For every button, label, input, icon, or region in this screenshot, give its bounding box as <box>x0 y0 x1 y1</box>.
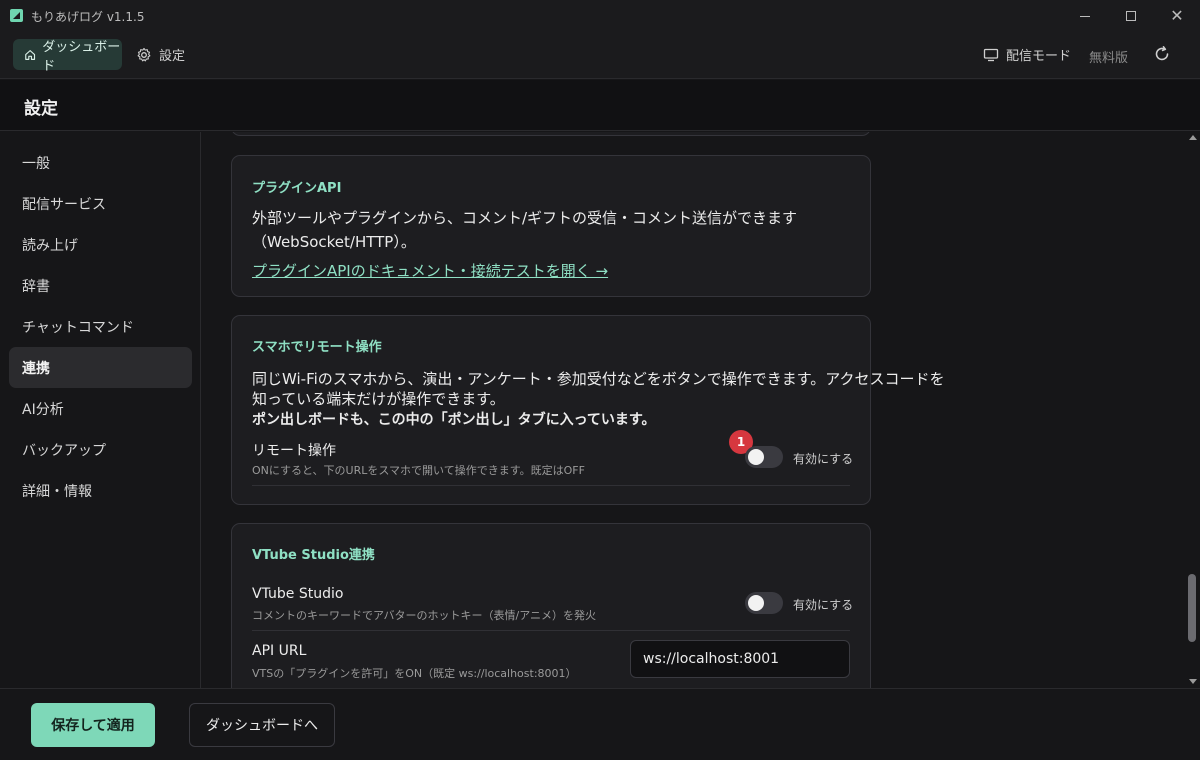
sidebar-item-general[interactable]: 一般 <box>9 142 192 183</box>
toggle-knob <box>748 449 764 465</box>
save-apply-button[interactable]: 保存して適用 <box>31 703 155 747</box>
scroll-up-arrow-icon[interactable] <box>1189 135 1197 140</box>
sidebar-item-ai-analysis[interactable]: AI分析 <box>9 388 192 429</box>
close-icon: ✕ <box>1170 6 1184 25</box>
minimize-icon <box>1080 15 1090 17</box>
vtube-studio-toggle-label: 有効にする <box>793 598 854 612</box>
nav-settings-button[interactable]: 設定 <box>136 39 185 70</box>
title-bar: もりあげログ v1.1.5 ✕ <box>0 0 1200 32</box>
sidebar-item-chat-commands[interactable]: チャットコマンド <box>9 306 192 347</box>
api-url-label: API URL <box>252 643 307 659</box>
settings-sidebar: 一般 配信サービス 読み上げ 辞書 チャットコマンド 連携 AI分析 バックアッ… <box>0 132 201 688</box>
remote-control-description-line2: 知っている端末だけが操作できます。 <box>252 390 505 408</box>
sidebar-item-streaming-services[interactable]: 配信サービス <box>9 183 192 224</box>
toggle-knob <box>748 595 764 611</box>
back-to-dashboard-button[interactable]: ダッシュボードへ <box>189 703 335 747</box>
remote-control-note: ポン出しボードも、この中の「ポン出し」タブに入っています。 <box>252 412 656 428</box>
sidebar-item-details-info[interactable]: 詳細・情報 <box>9 470 192 511</box>
plugin-api-title: プラグインAPI <box>252 181 342 196</box>
settings-content: プラグインAPI 外部ツールやプラグインから、コメント/ギフトの受信・コメント送… <box>202 132 1186 688</box>
scroll-down-arrow-icon[interactable] <box>1189 679 1197 684</box>
minimize-button[interactable] <box>1062 0 1108 32</box>
sidebar-item-integrations[interactable]: 連携 <box>9 347 192 388</box>
previous-card <box>231 132 871 136</box>
vtube-studio-row-label: VTube Studio <box>252 586 344 602</box>
nav-settings-label: 設定 <box>159 49 186 64</box>
plugin-api-docs-link[interactable]: プラグインAPIのドキュメント・接続テストを開く → <box>252 260 608 281</box>
stream-mode-label: 配信モード <box>1006 49 1072 64</box>
vtube-studio-toggle[interactable] <box>745 592 783 614</box>
sidebar-item-backup[interactable]: バックアップ <box>9 429 192 470</box>
home-icon <box>25 49 36 60</box>
remote-control-card: スマホでリモート操作 同じWi-Fiのスマホから、演出・アンケート・参加受付など… <box>231 315 945 505</box>
remote-control-row-label: リモート操作 <box>252 443 336 459</box>
free-version-label: 無料版 <box>1089 51 1129 66</box>
nav-dashboard-button[interactable]: ダッシュボード <box>13 39 122 74</box>
remote-control-toggle-label: 有効にする <box>793 452 854 466</box>
sidebar-item-text-to-speech[interactable]: 読み上げ <box>9 224 192 265</box>
plugin-api-description-line2: （WebSocket/HTTP）。 <box>252 233 416 251</box>
sidebar-item-dictionary[interactable]: 辞書 <box>9 265 192 306</box>
vtube-studio-card: VTube Studio連携 VTube Studio コメントのキーワードでア… <box>231 523 871 688</box>
gear-icon <box>137 47 151 61</box>
remote-control-toggle[interactable] <box>745 446 783 468</box>
plugin-api-description-line1: 外部ツールやプラグインから、コメント/ギフトの受信・コメント送信ができます <box>252 209 798 227</box>
stream-mode-button[interactable]: 配信モード <box>983 39 1071 70</box>
refresh-icon[interactable] <box>1152 44 1172 64</box>
maximize-button[interactable] <box>1108 0 1154 32</box>
content-scrollbar[interactable] <box>1186 132 1200 688</box>
monitor-icon <box>983 48 999 61</box>
remote-control-row-description: ONにすると、下のURLをスマホで開いて操作できます。既定はOFF <box>252 464 585 477</box>
close-button[interactable]: ✕ <box>1154 0 1200 32</box>
top-nav: ダッシュボード 設定 配信モード 無料版 <box>0 32 1200 79</box>
scroll-thumb[interactable] <box>1188 574 1196 642</box>
api-url-input[interactable] <box>630 640 850 678</box>
remote-control-description-line1: 同じWi-Fiのスマホから、演出・アンケート・参加受付などをボタンで操作できます… <box>252 370 945 388</box>
app-title: もりあげログ v1.1.5 <box>31 10 145 24</box>
row-divider <box>252 630 850 631</box>
page-title: 設定 <box>24 99 58 119</box>
maximize-icon <box>1126 11 1136 21</box>
plugin-api-card: プラグインAPI 外部ツールやプラグインから、コメント/ギフトの受信・コメント送… <box>231 155 871 297</box>
vtube-studio-title: VTube Studio連携 <box>252 548 375 563</box>
api-url-description: VTSの「プラグインを許可」をON（既定 ws://localhost:8001… <box>252 667 577 680</box>
footer-bar: 保存して適用 ダッシュボードへ <box>0 688 1200 760</box>
remote-control-title: スマホでリモート操作 <box>252 340 382 355</box>
vtube-studio-row-description: コメントのキーワードでアバターのホットキー（表情/アニメ）を発火 <box>252 609 597 622</box>
row-divider <box>252 485 850 486</box>
app-logo-icon <box>10 9 23 22</box>
page-header: 設定 <box>0 80 1200 131</box>
nav-dashboard-label: ダッシュボード <box>42 39 121 74</box>
